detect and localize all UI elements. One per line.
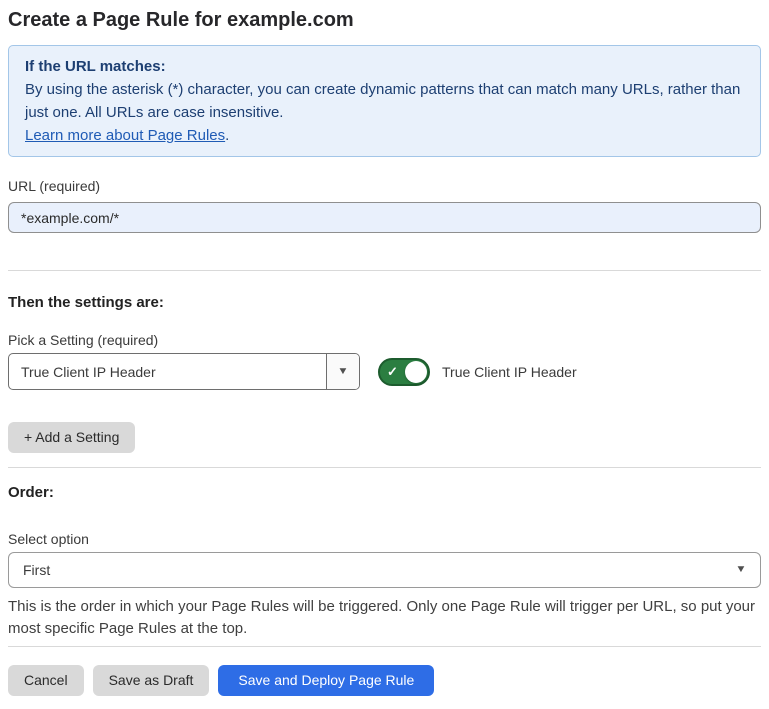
setting-select[interactable]: True Client IP Header ▼ <box>8 353 360 390</box>
toggle-knob <box>405 361 427 383</box>
divider <box>8 646 761 647</box>
save-and-deploy-button[interactable]: Save and Deploy Page Rule <box>218 665 434 696</box>
order-section-heading: Order: <box>8 484 761 502</box>
setting-select-value: True Client IP Header <box>9 354 326 389</box>
settings-section-heading: Then the settings are: <box>8 294 761 312</box>
cancel-button[interactable]: Cancel <box>8 665 84 696</box>
learn-more-link[interactable]: Learn more about Page Rules <box>25 127 225 144</box>
info-box-heading: If the URL matches: <box>25 55 744 78</box>
save-as-draft-button[interactable]: Save as Draft <box>93 665 210 696</box>
setting-picker-label: Pick a Setting (required) <box>8 332 761 348</box>
url-field-label: URL (required) <box>8 178 761 194</box>
order-help-text: This is the order in which your Page Rul… <box>8 596 761 640</box>
divider <box>8 270 761 271</box>
divider <box>8 467 761 468</box>
add-setting-button[interactable]: + Add a Setting <box>8 422 135 453</box>
check-icon: ✓ <box>387 365 398 378</box>
setting-toggle-label: True Client IP Header <box>442 364 577 380</box>
setting-row: True Client IP Header ▼ ✓ True Client IP… <box>8 353 761 390</box>
setting-enabled-toggle[interactable]: ✓ <box>378 358 430 386</box>
page-title: Create a Page Rule for example.com <box>8 8 761 32</box>
order-select-value: First <box>23 562 50 578</box>
info-box-body: By using the asterisk (*) character, you… <box>25 78 744 124</box>
chevron-down-icon: ▼ <box>735 565 746 575</box>
chevron-down-icon: ▼ <box>326 354 359 389</box>
order-select-label: Select option <box>8 531 761 547</box>
url-match-info-box: If the URL matches: By using the asteris… <box>8 45 761 157</box>
info-box-link-line: Learn more about Page Rules. <box>25 124 744 147</box>
link-period: . <box>225 127 229 144</box>
order-select[interactable]: First ▼ <box>8 552 761 588</box>
create-page-rule-form: Create a Page Rule for example.com If th… <box>0 0 769 709</box>
footer-actions: Cancel Save as Draft Save and Deploy Pag… <box>8 665 761 696</box>
url-input[interactable] <box>8 202 761 233</box>
caret-glyph: ▼ <box>337 367 348 377</box>
